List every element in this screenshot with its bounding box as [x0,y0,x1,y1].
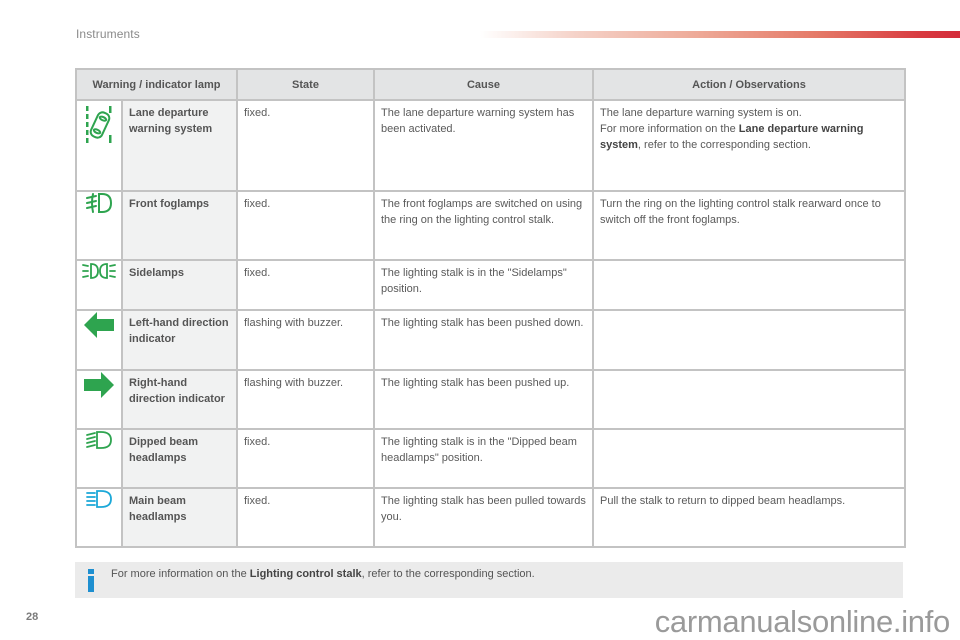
lamp-state: fixed. [236,190,375,261]
header-state: State [236,68,375,101]
lamp-state: flashing with buzzer. [236,309,375,371]
lamp-state: fixed. [236,99,375,192]
header-accent-bar [480,31,960,38]
lamp-name: Right-hand direction indicator [121,369,238,430]
dipped-beam-icon [86,431,112,449]
lamp-state: flashing with buzzer. [236,369,375,430]
lamp-state: fixed. [236,428,375,489]
section-title: Instruments [76,27,140,41]
lamp-name: Dipped beam headlamps [121,428,238,489]
page-number: 28 [26,611,39,623]
main-beam-icon [86,490,112,508]
sidelamps-icon [82,263,116,279]
lamp-name: Sidelamps [121,259,238,311]
lamp-name: Left-hand direction indicator [121,309,238,371]
lamp-state: fixed. [236,487,375,548]
table-row: Left-hand direction indicator flashing w… [75,309,906,371]
watermark: carmanualsonline.info [654,604,951,639]
lamp-cause: The lane departure warning system has be… [373,99,594,192]
lamp-name: Lane departure warning system [121,99,238,192]
lamp-action: The lane departure warning system is on.… [592,99,906,192]
table-row: Sidelamps fixed. The lighting stalk is i… [75,259,906,311]
lane-departure-icon [86,106,112,143]
left-arrow-icon [84,312,114,338]
table-row: Lane departure warning system fixed. The… [75,99,906,192]
lamp-cause: The front foglamps are switched on using… [373,190,594,261]
lamp-cause: The lighting stalk has been pushed up. [373,369,594,430]
header-action: Action / Observations [592,68,906,101]
lamp-cause: The lighting stalk is in the "Sidelamps"… [373,259,594,311]
right-arrow-icon [84,372,114,398]
lamp-state: fixed. [236,259,375,311]
lamp-name: Main beam headlamps [121,487,238,548]
info-text: For more information on the Lighting con… [111,568,535,580]
warning-lamps-table: Warning / indicator lamp State Cause Act… [75,68,906,548]
front-foglamp-icon [86,193,113,213]
header-cause: Cause [373,68,594,101]
lamp-action [592,428,906,489]
table-row: Main beam headlamps fixed. The lighting … [75,487,906,548]
lamp-action [592,369,906,430]
info-box: For more information on the Lighting con… [75,562,903,598]
table-row: Dipped beam headlamps fixed. The lightin… [75,428,906,489]
lamp-action: Turn the ring on the lighting control st… [592,190,906,261]
lamp-cause: The lighting stalk has been pushed down. [373,309,594,371]
header-lamp: Warning / indicator lamp [75,68,238,101]
table-row: Right-hand direction indicator flashing … [75,369,906,430]
lamp-cause: The lighting stalk is in the "Dipped bea… [373,428,594,489]
lamp-cause: The lighting stalk has been pulled towar… [373,487,594,548]
table-header-row: Warning / indicator lamp State Cause Act… [75,68,906,101]
lamp-action: Pull the stalk to return to dipped beam … [592,487,906,548]
table-row: Front foglamps fixed. The front foglamps… [75,190,906,261]
lamp-name: Front foglamps [121,190,238,261]
info-icon [88,569,94,592]
lamp-action [592,309,906,371]
lamp-action [592,259,906,311]
